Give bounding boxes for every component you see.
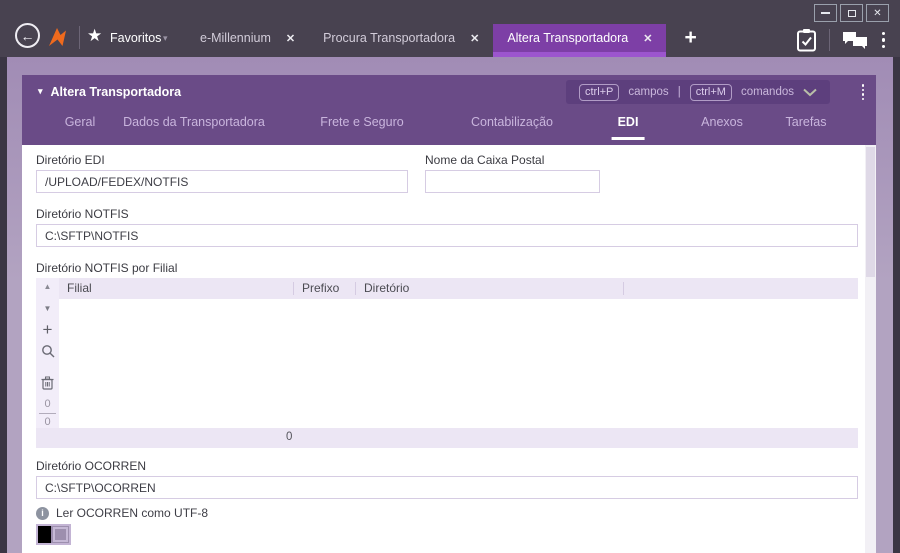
form-tab-geral[interactable]: Geral — [59, 115, 102, 137]
grid-body-empty[interactable] — [59, 299, 858, 428]
toggle-knob — [38, 526, 51, 543]
form-tab-contabilizacao[interactable]: Contabilização — [465, 115, 559, 137]
grid-footer: 0 — [36, 428, 858, 448]
close-button[interactable]: ✕ — [866, 4, 889, 22]
favorites-caret-icon: ▾ — [163, 33, 168, 43]
shortcut-hints: ctrl+P campos | ctrl+M comandos — [565, 80, 830, 104]
content-area: ▾ Altera Transportadora ctrl+P campos | … — [7, 57, 893, 553]
diretorio-edi-label: Diretório EDI — [36, 153, 105, 167]
grid-footer-count: 0 — [286, 431, 293, 443]
form-title: Altera Transportadora — [50, 84, 182, 99]
tab-e-millennium[interactable]: e-Millennium ✕ — [186, 24, 309, 52]
scrollbar-thumb[interactable] — [866, 147, 875, 277]
add-row-icon[interactable]: + — [36, 320, 59, 340]
tab-procura-transportadora[interactable]: Procura Transportadora ✕ — [309, 24, 493, 52]
form-tab-tarefas[interactable]: Tarefas — [780, 115, 833, 137]
utf8-toggle[interactable] — [36, 524, 71, 545]
form-title-row[interactable]: ▾ Altera Transportadora — [38, 85, 181, 99]
shortcut-separator: | — [677, 86, 681, 98]
grid-toolbar: ▲ ▼ + 0 0 — [36, 278, 59, 428]
titlebar: ✕ ← ★ Favoritos ▾ e-Millennium ✕ Procura… — [0, 0, 900, 57]
back-button[interactable]: ← — [15, 23, 40, 48]
back-icon: ← — [20, 28, 35, 44]
app-window: ✕ ← ★ Favoritos ▾ e-Millennium ✕ Procura… — [0, 0, 900, 553]
shortcut-label-campos: campos — [628, 86, 669, 98]
chat-icon[interactable] — [842, 29, 868, 51]
column-header-diretorio[interactable]: Diretório — [355, 282, 623, 295]
utf8-label: Ler OCORREN como UTF-8 — [56, 506, 209, 520]
form-more-options-icon[interactable] — [861, 84, 864, 100]
search-icon[interactable] — [36, 344, 59, 358]
maximize-button[interactable] — [840, 4, 863, 22]
diretorio-notfis-label: Diretório NOTFIS — [36, 207, 129, 221]
session-tabs: e-Millennium ✕ Procura Transportadora ✕ … — [186, 24, 697, 57]
chevron-down-icon[interactable] — [803, 88, 817, 97]
form-panel: ▾ Altera Transportadora ctrl+P campos | … — [22, 75, 876, 553]
row-down-icon[interactable]: ▼ — [36, 304, 59, 313]
nome-caixa-postal-input[interactable] — [425, 170, 600, 193]
diretorio-edi-input[interactable] — [36, 170, 408, 193]
shortcut-key-campos: ctrl+P — [578, 83, 620, 101]
form-header: ▾ Altera Transportadora ctrl+P campos | … — [22, 75, 876, 145]
titlebar-divider — [79, 26, 80, 49]
close-icon: ✕ — [873, 7, 882, 19]
form-body: Diretório EDI Nome da Caixa Postal Diret… — [22, 145, 876, 553]
favorites-star-icon[interactable]: ★ — [87, 26, 102, 46]
minimize-button[interactable] — [814, 4, 837, 22]
count-divider — [39, 413, 56, 414]
form-tab-anexos[interactable]: Anexos — [695, 115, 749, 137]
row-up-icon[interactable]: ▲ — [36, 282, 59, 291]
toggle-track — [53, 527, 68, 542]
shortcut-label-comandos: comandos — [740, 86, 794, 98]
titlebar-right-icons — [796, 28, 888, 52]
more-options-icon[interactable] — [880, 30, 888, 51]
vertical-scrollbar[interactable] — [865, 145, 876, 553]
filial-grid: ▲ ▼ + 0 0 Filial Prefixo Diretório 0 — [36, 278, 858, 448]
nome-caixa-postal-label: Nome da Caixa Postal — [425, 153, 545, 167]
window-controls: ✕ — [814, 4, 889, 22]
delete-row-icon[interactable] — [36, 376, 59, 390]
form-tab-edi[interactable]: EDI — [611, 115, 645, 140]
new-tab-button[interactable]: + — [684, 27, 696, 48]
collapse-triangle-icon: ▾ — [38, 86, 43, 96]
tab-label: e-Millennium — [200, 31, 271, 45]
form-tabs: Geral Dados da Transportadora Frete e Se… — [22, 108, 876, 145]
millennium-logo-icon — [47, 25, 71, 49]
diretorio-ocorren-label: Diretório OCORREN — [36, 459, 147, 473]
minimize-icon — [821, 12, 830, 14]
shortcut-key-comandos: ctrl+M — [689, 83, 732, 101]
column-header-prefixo[interactable]: Prefixo — [293, 282, 355, 295]
diretorio-ocorren-input[interactable] — [36, 476, 858, 499]
column-header-filial[interactable]: Filial — [59, 282, 293, 295]
info-icon: i — [36, 506, 49, 520]
tab-label: Altera Transportadora — [507, 31, 629, 45]
tab-close-icon[interactable]: ✕ — [643, 32, 652, 45]
tasks-clipboard-icon[interactable] — [796, 28, 817, 52]
tab-close-icon[interactable]: ✕ — [470, 32, 479, 45]
titlebar-icon-divider — [828, 29, 830, 51]
tab-close-icon[interactable]: ✕ — [286, 32, 295, 45]
grid-label: Diretório NOTFIS por Filial — [36, 261, 178, 275]
grid-header-row: Filial Prefixo Diretório — [59, 278, 858, 299]
tab-label: Procura Transportadora — [323, 31, 456, 45]
selected-count: 0 — [44, 398, 51, 410]
column-header-extra — [623, 282, 858, 295]
form-tab-dados[interactable]: Dados da Transportadora — [117, 115, 271, 137]
tab-altera-transportadora[interactable]: Altera Transportadora ✕ — [493, 24, 667, 57]
diretorio-notfis-input[interactable] — [36, 224, 858, 247]
maximize-icon — [847, 9, 856, 17]
form-tab-frete-seguro[interactable]: Frete e Seguro — [314, 115, 409, 137]
favorites-menu[interactable]: Favoritos — [110, 31, 161, 45]
total-count: 0 — [44, 416, 51, 428]
